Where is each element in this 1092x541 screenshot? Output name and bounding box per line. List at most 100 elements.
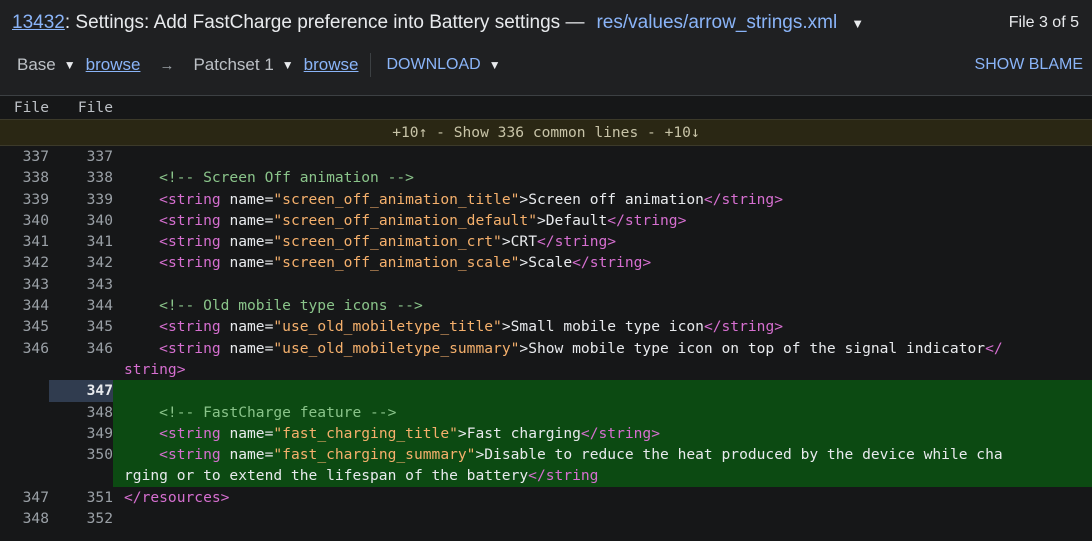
left-line-number[interactable]: [0, 465, 49, 486]
code-line: [113, 380, 1092, 402]
left-line-number[interactable]: 337: [0, 146, 49, 167]
code-token: "use_old_mobiletype_title": [273, 318, 502, 336]
show-common-lines-button[interactable]: +10↑ - Show 336 common lines - +10↓: [0, 119, 1092, 146]
code-line: <string name="fast_charging_title">Fast …: [113, 422, 1092, 445]
base-selector[interactable]: Base: [17, 55, 56, 75]
code-token: <!-- Old mobile type icons -->: [124, 297, 423, 315]
code-token: </string>: [607, 211, 687, 229]
diff-row: 339 339 <string name="screen_off_animatio…: [0, 189, 1092, 210]
right-line-number[interactable]: 346: [49, 338, 113, 359]
right-line-number[interactable]: [49, 359, 113, 380]
right-line-number[interactable]: 349: [49, 422, 113, 445]
diff-row: 344 344 <!-- Old mobile type icons -->: [0, 295, 1092, 316]
caret-down-icon[interactable]: ▼: [489, 58, 501, 72]
change-number-link[interactable]: 13432: [12, 12, 65, 34]
right-line-number[interactable]: 337: [49, 146, 113, 167]
code-token: >CRT: [501, 233, 537, 251]
patchset-browse-link[interactable]: browse: [304, 55, 359, 75]
code-token: <!-- Screen Off animation -->: [124, 169, 414, 187]
diff-header: File File: [0, 96, 1092, 119]
left-line-number[interactable]: [0, 444, 49, 465]
right-line-number[interactable]: 344: [49, 295, 113, 316]
left-line-number[interactable]: 342: [0, 252, 49, 273]
right-line-number[interactable]: 350: [49, 444, 113, 466]
left-line-number[interactable]: 338: [0, 167, 49, 188]
code-token: <!-- FastCharge feature -->: [124, 403, 397, 421]
code-token: name=: [229, 339, 274, 357]
right-line-number[interactable]: 352: [49, 508, 113, 529]
download-button[interactable]: DOWNLOAD: [386, 56, 480, 74]
left-line-number[interactable]: 340: [0, 210, 49, 231]
right-line-number[interactable]: 338: [49, 167, 113, 188]
diff-row: 337 337: [0, 146, 1092, 167]
code-token: "screen_off_animation_title": [273, 190, 520, 208]
code-line: <!-- Old mobile type icons -->: [113, 295, 1092, 316]
diff-row: 341 341 <string name="screen_off_animatio…: [0, 231, 1092, 252]
code-token: string>: [124, 360, 186, 378]
left-line-number[interactable]: 339: [0, 189, 49, 210]
left-line-number[interactable]: 344: [0, 295, 49, 316]
left-line-number[interactable]: 348: [0, 508, 49, 529]
patchset-selector[interactable]: Patchset 1: [193, 55, 273, 75]
caret-down-icon[interactable]: ▼: [64, 58, 76, 72]
code-token: >Default: [536, 211, 608, 229]
code-line: <string name="screen_off_animation_crt">…: [113, 231, 1092, 252]
diff-row: rging or to extend the lifespan of the b…: [0, 465, 1092, 487]
right-line-number[interactable]: 342: [49, 252, 113, 273]
right-line-number[interactable]: 351: [49, 487, 113, 508]
code-token: </string: [528, 467, 599, 485]
right-line-number[interactable]: [49, 465, 113, 487]
diff-row: 350 <string name="fast_charging_summary"…: [0, 444, 1092, 466]
right-line-number[interactable]: 343: [49, 274, 113, 295]
code-token: <string: [159, 339, 230, 357]
code-line: <string name="screen_off_animation_defau…: [113, 210, 1092, 231]
left-file-header: File: [13, 99, 49, 116]
left-line-number[interactable]: 341: [0, 231, 49, 252]
code-token: <string: [159, 424, 230, 442]
caret-down-icon[interactable]: ▼: [282, 58, 294, 72]
code-token: name=: [229, 190, 274, 208]
left-line-number[interactable]: 345: [0, 316, 49, 337]
right-line-number[interactable]: 341: [49, 231, 113, 252]
diff-row: 343 343: [0, 274, 1092, 295]
code-line: string>: [113, 359, 1092, 380]
left-line-number[interactable]: [0, 359, 49, 380]
code-token: </string>: [703, 318, 784, 336]
left-line-number[interactable]: [0, 423, 49, 444]
code-token: <string: [159, 233, 230, 251]
diff-row: 347 351 </resources>: [0, 487, 1092, 508]
right-line-number[interactable]: 339: [49, 189, 113, 210]
right-line-number[interactable]: 340: [49, 210, 113, 231]
file-path-selector[interactable]: res/values/arrow_strings.xml: [596, 12, 837, 34]
code-token: >Small mobile type icon: [501, 318, 704, 336]
right-line-number[interactable]: 345: [49, 316, 113, 337]
code-line: </resources>: [113, 487, 1092, 508]
left-line-number[interactable]: [0, 380, 49, 401]
diff-row: string>: [0, 359, 1092, 380]
code-token: <string: [159, 446, 230, 464]
right-line-number[interactable]: 347: [49, 380, 113, 402]
left-line-number[interactable]: 347: [0, 487, 49, 508]
diff-row: 348 <!-- FastCharge feature -->: [0, 401, 1092, 423]
right-line-number[interactable]: 348: [49, 401, 113, 423]
code-token: rging or to extend the lifespan of the b…: [124, 467, 529, 485]
code-token: <string: [159, 254, 230, 272]
left-line-number[interactable]: [0, 402, 49, 423]
left-line-number[interactable]: 343: [0, 274, 49, 295]
code-token: >Show mobile type icon on top of the sig…: [519, 339, 986, 357]
show-blame-button[interactable]: SHOW BLAME: [975, 56, 1083, 74]
caret-down-icon[interactable]: ▼: [851, 16, 864, 31]
left-line-number[interactable]: 346: [0, 338, 49, 359]
code-token: </: [985, 339, 1003, 357]
code-line: <!-- FastCharge feature -->: [113, 401, 1092, 423]
base-browse-link[interactable]: browse: [86, 55, 141, 75]
